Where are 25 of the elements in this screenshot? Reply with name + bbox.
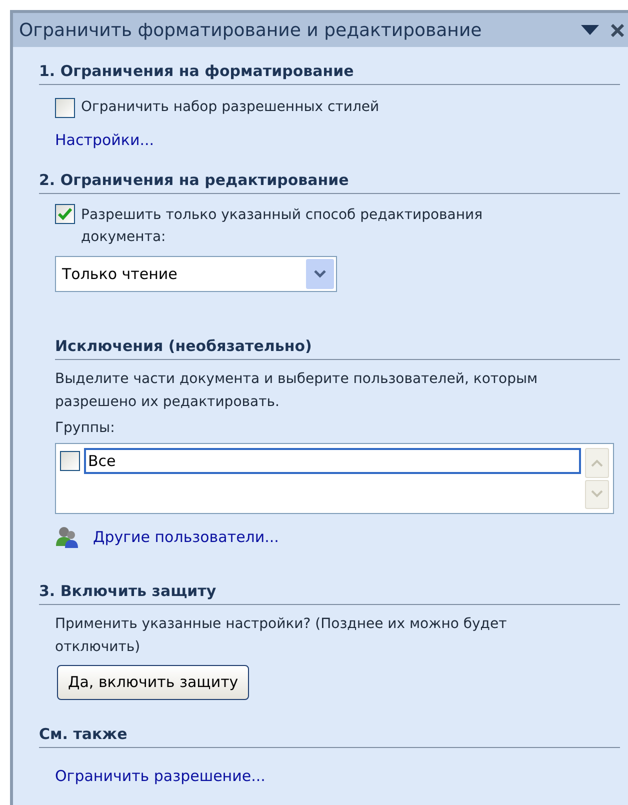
users-icon xyxy=(55,526,79,548)
checkmark-icon xyxy=(58,208,72,220)
section-heading: 3. Включить защиту xyxy=(39,582,216,600)
section-heading: 1. Ограничения на форматирование xyxy=(39,62,354,80)
dropdown-icon[interactable] xyxy=(581,25,599,35)
section-heading: См. также xyxy=(39,724,128,742)
link[interactable]: Другие пользователи... xyxy=(93,526,279,548)
checkbox-label: Ограничить набор разрешенных стилей xyxy=(81,98,380,117)
checkbox[interactable] xyxy=(55,98,75,118)
description-text: Применить указанные настройки? (Позднее их можно будет отключить) xyxy=(55,614,508,656)
chevron-down-icon[interactable] xyxy=(306,259,334,289)
link[interactable]: Ограничить разрешение... xyxy=(55,766,266,784)
close-icon[interactable] xyxy=(611,24,624,36)
checkbox[interactable] xyxy=(55,204,75,224)
mode-select[interactable]: Только чтение xyxy=(55,256,337,292)
description-text: Выделите части документа и выберите пользователей, которым разрешено их редактировать. xyxy=(55,370,539,412)
link[interactable]: Настройки... xyxy=(55,131,154,149)
section-heading: 2. Ограничения на редактирование xyxy=(39,171,349,189)
pane-title: Ограничить форматирование и редактирование xyxy=(19,18,483,42)
section-heading: Исключения (необязательно) xyxy=(55,337,312,355)
checkbox[interactable] xyxy=(60,451,80,471)
group-item[interactable]: Все xyxy=(84,448,581,474)
enable-protection-button[interactable]: Да, включить защиту xyxy=(57,664,250,700)
groups-label: Группы: xyxy=(55,419,116,438)
checkbox-label: Разрешить только указанный способ редактирования документа: xyxy=(81,206,484,247)
